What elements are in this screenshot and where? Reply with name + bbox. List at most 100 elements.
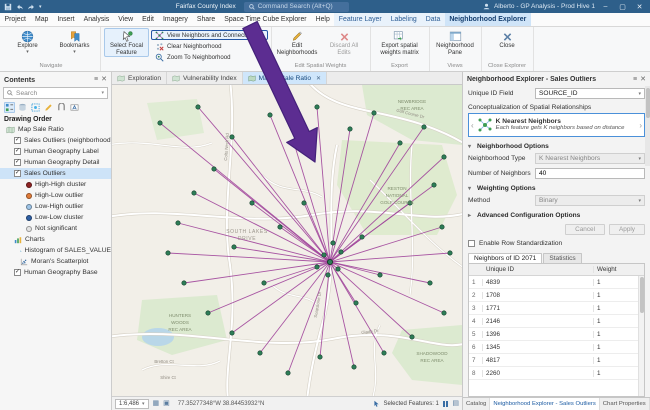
layer-item-human-geography-base[interactable]: ✓ Human Geography Base: [0, 267, 111, 278]
list-by-labeling-icon[interactable]: [69, 102, 80, 113]
legend-item-not-significant[interactable]: Not significant: [0, 223, 111, 234]
search-options-dropdown-icon[interactable]: ▾: [101, 90, 104, 96]
charts-group[interactable]: Charts: [0, 234, 111, 245]
pane-close-icon[interactable]: ✕: [101, 75, 107, 83]
map-tab-market-sale-ratio[interactable]: Market Sale Ratio ✕: [243, 72, 327, 84]
unique-id-field-dropdown[interactable]: SOURCE_ID▾: [535, 88, 645, 99]
layer-checkbox[interactable]: ✓: [14, 137, 21, 144]
tab-map[interactable]: Map: [30, 13, 52, 26]
table-row[interactable]: 317711: [469, 302, 644, 315]
table-row[interactable]: 217081: [469, 289, 644, 302]
card-prev-icon[interactable]: ‹: [471, 121, 474, 130]
table-row[interactable]: 148391: [469, 276, 644, 289]
list-by-drawing-order-icon[interactable]: [4, 102, 15, 113]
map-canvas[interactable]: NEWBRIDGE REC AREA RESTON NATIONAL GOLF …: [112, 85, 462, 396]
list-by-selection-icon[interactable]: [30, 102, 41, 113]
tab-edit[interactable]: Edit: [138, 13, 159, 26]
list-by-snapping-icon[interactable]: [56, 102, 67, 113]
column-header-weight[interactable]: Weight: [594, 266, 644, 273]
maximize-button[interactable]: ▢: [616, 3, 629, 11]
layer-checkbox[interactable]: ✓: [14, 170, 21, 177]
layer-item-human-geography-label[interactable]: ✓ Human Geography Label: [0, 146, 111, 157]
tab-feature-layer[interactable]: Feature Layer: [334, 13, 386, 26]
list-by-editing-icon[interactable]: [43, 102, 54, 113]
chart-item-histogram[interactable]: Histogram of SALES_VALUE: [0, 245, 111, 256]
bottom-tab-chart-properties[interactable]: Chart Properties: [600, 398, 650, 410]
pane-options-icon[interactable]: ≡: [633, 76, 637, 83]
contents-search-input[interactable]: Search ▾: [3, 87, 108, 99]
quick-access-dropdown-icon[interactable]: ▾: [39, 4, 42, 10]
redo-icon[interactable]: [27, 3, 36, 11]
zoom-to-neighborhood-button[interactable]: Zoom To Neighborhood: [151, 52, 268, 62]
tab-space-time-cube-explorer[interactable]: Space Time Cube Explorer: [220, 13, 311, 26]
tab-insert[interactable]: Insert: [53, 13, 79, 26]
apply-button[interactable]: Apply: [609, 224, 645, 235]
snapshot-icon[interactable]: ▤: [452, 399, 459, 409]
legend-item-low-high[interactable]: Low-High outlier: [0, 201, 111, 212]
tab-project[interactable]: Project: [0, 13, 30, 26]
command-search-input[interactable]: Command Search (Alt+Q): [244, 2, 349, 12]
neighborhood-pane-button[interactable]: Neighborhood Pane: [433, 28, 478, 57]
view-neighbors-and-connections-button[interactable]: View Neighbors and Connections ▾: [151, 30, 268, 40]
row-standardization-checkbox[interactable]: [468, 240, 475, 247]
bookmarks-button[interactable]: Bookmarks ▾: [52, 28, 97, 56]
table-row[interactable]: 513961: [469, 328, 644, 341]
close-window-button[interactable]: ✕: [633, 3, 646, 11]
bottom-tab-catalog[interactable]: Catalog: [463, 398, 490, 410]
save-icon[interactable]: [4, 3, 12, 11]
map-tab-vulnerability-index[interactable]: Vulnerability Index: [167, 72, 243, 84]
layer-item-sales-outliers[interactable]: ✓ Sales Outliers: [0, 168, 111, 179]
chart-item-moran-scatterplot[interactable]: Moran's Scatterplot: [0, 256, 111, 267]
tab-data[interactable]: Data: [421, 13, 445, 26]
explore-button[interactable]: Explore ▾: [5, 28, 50, 56]
tab-statistics[interactable]: Statistics: [543, 253, 581, 263]
tab-neighborhood-explorer[interactable]: Neighborhood Explorer: [445, 13, 531, 26]
signed-in-user[interactable]: Alberto - GP Analysis - Prod Hive 1: [494, 3, 595, 10]
tab-analysis[interactable]: Analysis: [79, 13, 114, 26]
close-map-tab-icon[interactable]: ✕: [316, 75, 321, 82]
table-row[interactable]: 822601: [469, 367, 644, 380]
export-spatial-weights-button[interactable]: Export spatial weights matrix: [374, 28, 426, 57]
card-next-icon[interactable]: ›: [639, 121, 642, 130]
minimize-button[interactable]: –: [599, 3, 612, 10]
weighting-options-section[interactable]: ▾ Weighting Options: [468, 185, 645, 192]
select-focal-feature-button[interactable]: Select Focal Feature: [104, 28, 149, 57]
number-of-neighbors-input[interactable]: [539, 170, 641, 177]
discard-all-edits-button[interactable]: Discard All Edits: [322, 28, 367, 57]
tab-neighbors-of-id[interactable]: Neighbors of ID 2071: [468, 253, 542, 263]
map-tab-exploration[interactable]: Exploration: [112, 72, 167, 84]
legend-item-high-high[interactable]: High-High cluster: [0, 179, 111, 190]
tab-help[interactable]: Help: [311, 13, 334, 26]
tab-view[interactable]: View: [114, 13, 138, 26]
selected-features-count[interactable]: Selected Features: 1: [384, 401, 439, 407]
knn-conceptualization-card[interactable]: ‹ K Nearest Neighbors Each feature gets …: [468, 113, 645, 137]
table-row[interactable]: 748171: [469, 354, 644, 367]
layer-checkbox[interactable]: ✓: [14, 159, 21, 166]
bottom-tab-neighborhood-explorer[interactable]: Neighborhood Explorer - Sales Outliers: [490, 398, 599, 410]
tab-imagery[interactable]: Imagery: [158, 13, 192, 26]
list-by-data-source-icon[interactable]: [17, 102, 28, 113]
layer-checkbox[interactable]: ✓: [14, 148, 21, 155]
method-dropdown[interactable]: Binary▾: [535, 195, 645, 206]
edit-neighborhoods-button[interactable]: Edit Neighborhoods: [275, 28, 320, 57]
layer-item-human-geography-detail[interactable]: ✓ Human Geography Detail: [0, 157, 111, 168]
cancel-button[interactable]: Cancel: [565, 224, 605, 235]
undo-icon[interactable]: [15, 3, 24, 11]
legend-item-low-low[interactable]: Low-Low cluster: [0, 212, 111, 223]
explore-dropdown-icon[interactable]: ▾: [26, 50, 29, 55]
map-item[interactable]: Map Sale Ratio: [0, 124, 111, 135]
layer-item-sales-outliers-neighborhood[interactable]: ✓ Sales Outliers (neighborhood): [0, 135, 111, 146]
pane-options-icon[interactable]: ≡: [94, 76, 98, 83]
table-scrollbar[interactable]: [638, 276, 644, 396]
map-scale-selector[interactable]: 1:6,486▾: [115, 399, 149, 409]
tab-labeling[interactable]: Labeling: [386, 13, 421, 26]
pane-scrollbar[interactable]: [645, 86, 650, 166]
clear-neighborhood-button[interactable]: Clear Neighborhood: [151, 41, 268, 51]
grid-toggle-icon[interactable]: ▦: [153, 399, 160, 409]
close-explorer-button[interactable]: Close: [485, 28, 530, 51]
pause-drawing-icon[interactable]: [443, 401, 449, 407]
column-header-unique-id[interactable]: Unique ID: [483, 266, 594, 273]
pane-close-icon[interactable]: ✕: [640, 75, 646, 83]
extent-icon[interactable]: ▣: [163, 399, 170, 409]
table-row[interactable]: 421461: [469, 315, 644, 328]
